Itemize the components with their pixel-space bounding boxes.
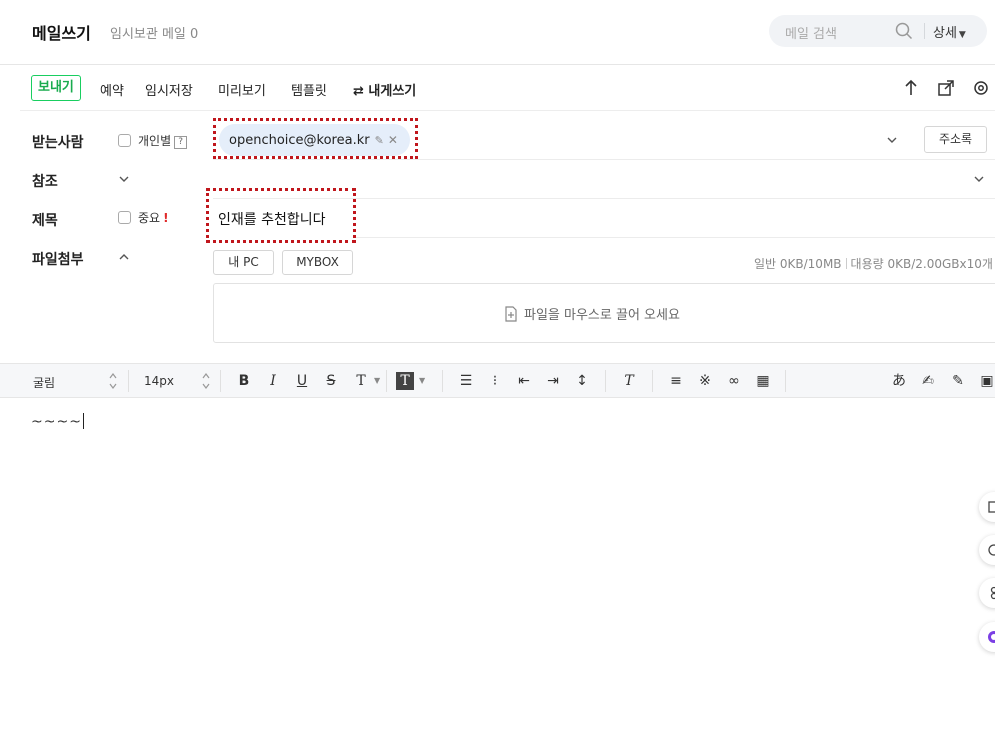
align-left-icon[interactable]: ☰	[457, 372, 475, 390]
bullet-list-icon[interactable]: ⁝	[486, 372, 504, 390]
important-icon: !	[163, 211, 169, 225]
clock-icon	[988, 544, 995, 556]
chevron-down-icon[interactable]	[973, 173, 985, 185]
subject-highlight-box	[206, 188, 356, 243]
page-title: 메일쓰기	[32, 24, 91, 43]
editor-body[interactable]: ~~~~	[31, 413, 84, 430]
write-to-self-label: 내게쓰기	[368, 84, 417, 99]
schedule-button[interactable]: 예약	[100, 80, 124, 99]
drop-hint-text: 파일을 마우스로 끌어 오세요	[524, 308, 680, 323]
toolbar-divider	[220, 370, 221, 392]
important-checkbox[interactable]	[118, 211, 131, 224]
popout-icon[interactable]	[936, 78, 956, 98]
address-book-button[interactable]: 주소록	[924, 126, 987, 153]
assistant-icon	[988, 631, 995, 643]
quota-general: 일반 0KB/10MB	[754, 257, 842, 271]
floating-memo-button[interactable]	[979, 492, 995, 522]
toolbar-divider	[128, 370, 129, 392]
line-height-icon[interactable]: ↕	[573, 372, 591, 390]
quota-divider	[845, 258, 847, 269]
important-label: 중요	[138, 211, 161, 225]
mail-search-box[interactable]: 메일 검색 상세 ▼	[769, 15, 987, 47]
compose-toolbar: 보내기 예약 임시저장 미리보기 템플릿 ⇄ 내게쓰기	[20, 66, 995, 111]
divider	[213, 159, 995, 160]
table-icon[interactable]: ▦	[754, 372, 772, 390]
individual-checkbox[interactable]	[118, 134, 131, 147]
floating-people-button[interactable]	[979, 578, 995, 608]
strikethrough-icon[interactable]: S	[322, 372, 340, 390]
write-to-self-button[interactable]: ⇄ 내게쓰기	[353, 80, 416, 99]
attach-label: 파일첨부	[32, 252, 84, 268]
template-button[interactable]: 템플릿	[291, 80, 327, 99]
individual-option[interactable]: 개인별?	[138, 132, 188, 149]
floating-assistant-button[interactable]	[979, 622, 995, 652]
editor-toolbar: 굴림 14px B I U S T ▼ T ▼ ☰ ⁝ ⇤ ⇥ ↕ T ≡ ※ …	[0, 363, 995, 398]
settings-gear-icon[interactable]	[971, 78, 991, 98]
recipient-highlight-box	[213, 118, 418, 159]
text-color-icon[interactable]: T	[352, 372, 370, 390]
preview-button[interactable]: 미리보기	[218, 80, 266, 99]
chevron-up-icon[interactable]	[118, 251, 130, 263]
header: 메일쓰기 임시보관 메일 0 메일 검색 상세 ▼	[0, 0, 995, 65]
file-dropzone[interactable]: 파일을 마우스로 끌어 오세요	[213, 283, 995, 343]
draft-mail-link[interactable]: 임시보관 메일 0	[110, 23, 198, 42]
people-icon	[990, 586, 995, 600]
subject-label: 제목	[32, 213, 58, 229]
detail-search-button[interactable]: 상세 ▼	[933, 22, 966, 41]
quota-large: 대용량 0KB/2.00GBx10개	[850, 257, 993, 271]
bold-icon[interactable]: B	[235, 372, 253, 390]
font-family-spinner-icon[interactable]	[109, 372, 117, 390]
link-icon[interactable]: ∞	[725, 372, 743, 390]
individual-label: 개인별	[138, 134, 172, 148]
memo-icon	[988, 501, 995, 513]
mybox-button[interactable]: MYBOX	[282, 250, 353, 275]
indent-icon[interactable]: ⇥	[544, 372, 562, 390]
floating-clock-button[interactable]	[979, 535, 995, 565]
cc-label: 참조	[32, 174, 58, 190]
text-cursor	[82, 413, 84, 429]
divider	[356, 237, 995, 238]
underline-icon[interactable]: U	[293, 372, 311, 390]
font-size-spinner-icon[interactable]	[202, 372, 210, 390]
image-icon[interactable]: ▣	[978, 372, 995, 390]
signature-icon[interactable]: ✍	[919, 372, 937, 390]
toolbar-divider	[605, 370, 606, 392]
toolbar-divider	[785, 370, 786, 392]
spell-check-icon[interactable]: あ	[890, 372, 908, 390]
send-button[interactable]: 보내기	[31, 75, 81, 101]
toolbar-divider	[652, 370, 653, 392]
save-draft-button[interactable]: 임시저장	[145, 80, 193, 99]
italic-icon[interactable]: I	[264, 372, 282, 390]
arrow-up-icon[interactable]	[901, 78, 921, 98]
search-divider	[924, 23, 925, 39]
to-label: 받는사람	[32, 135, 84, 151]
my-pc-button[interactable]: 내 PC	[213, 250, 274, 275]
search-icon[interactable]	[895, 22, 913, 40]
body-text: ~~~~	[31, 414, 82, 430]
chevron-down-icon[interactable]: ▼	[374, 376, 380, 385]
font-size-select[interactable]: 14px	[144, 374, 174, 388]
outdent-icon[interactable]: ⇤	[515, 372, 533, 390]
image-edit-icon[interactable]: ✎	[949, 372, 967, 390]
background-color-icon[interactable]: T	[396, 372, 414, 390]
chevron-down-icon[interactable]	[886, 134, 898, 146]
chevron-down-icon[interactable]	[118, 173, 130, 185]
chevron-down-icon: ▼	[958, 30, 966, 40]
clear-format-icon[interactable]: T	[620, 372, 638, 390]
drop-hint: 파일을 마우스로 끌어 오세요	[504, 304, 680, 323]
toolbar-divider	[386, 370, 387, 392]
horizontal-line-icon[interactable]: ≡	[667, 372, 685, 390]
important-option[interactable]: 중요!	[138, 209, 169, 226]
font-family-select[interactable]: 굴림	[33, 374, 55, 391]
chevron-down-icon[interactable]: ▼	[419, 376, 425, 385]
quota-info: 일반 0KB/10MB 대용량 0KB/2.00GBx10개	[754, 255, 993, 272]
file-add-icon	[505, 306, 517, 322]
help-icon[interactable]: ?	[174, 136, 188, 149]
search-input[interactable]: 메일 검색	[785, 23, 837, 42]
swap-arrows-icon: ⇄	[353, 84, 369, 99]
toolbar-divider	[442, 370, 443, 392]
special-char-icon[interactable]: ※	[696, 372, 714, 390]
detail-search-label: 상세	[933, 26, 957, 41]
